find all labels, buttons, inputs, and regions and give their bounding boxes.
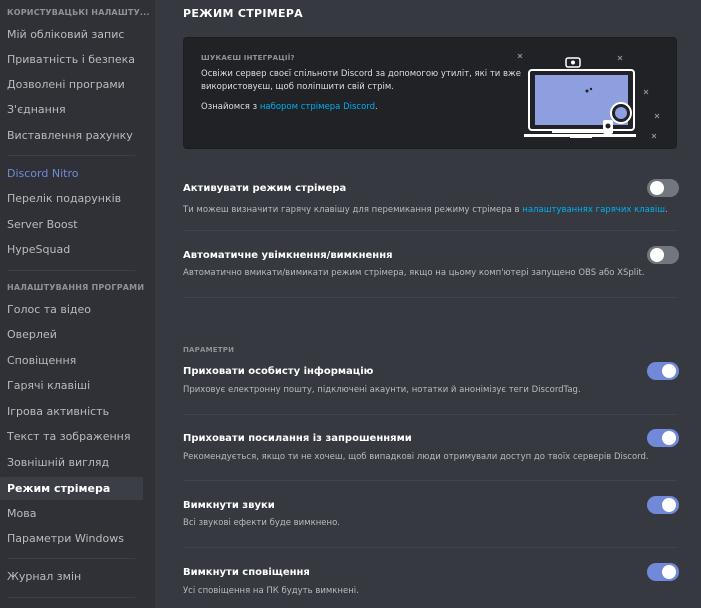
option-divider xyxy=(183,230,677,231)
sidebar-item-authorized-apps[interactable]: Дозволені програми xyxy=(0,73,143,96)
sidebar-item-keybinds[interactable]: Гарячі клавіші xyxy=(0,374,143,397)
integrations-promo-card: ШУКАЄШ ІНТЕГРАЦІЇ? Освіжи сервер своєї с… xyxy=(183,37,677,149)
promo-link-suffix: . xyxy=(375,102,378,112)
disable-notifications-desc: Усі сповіщення на ПК будуть вимкнені. xyxy=(183,586,359,596)
streamer-mode-desc: Ти можеш визначити гарячу клавішу для пе… xyxy=(183,205,668,215)
toggle-knob xyxy=(662,431,676,445)
desc-suffix: . xyxy=(665,205,668,215)
sidebar-item-billing[interactable]: Виставлення рахунку xyxy=(0,124,143,147)
promo-kicker: ШУКАЄШ ІНТЕГРАЦІЇ? xyxy=(201,54,295,62)
app-settings-header: НАЛАШТУВАННЯ ПРОГРАМИ xyxy=(7,283,145,292)
user-settings-header: КОРИСТУВАЦЬКІ НАЛАШТУ... xyxy=(7,8,150,17)
option-divider xyxy=(183,547,677,548)
hide-personal-info-title: Приховати особисту інформацію xyxy=(183,366,374,377)
hide-invite-links-toggle[interactable] xyxy=(647,429,679,447)
toggle-knob xyxy=(650,181,664,195)
desc-prefix: Ти можеш визначити гарячу клавішу для пе… xyxy=(183,205,523,215)
sidebar-item-windows-settings[interactable]: Параметри Windows xyxy=(0,527,143,550)
sidebar-item-language[interactable]: Мова xyxy=(0,502,143,525)
section-label-options: ПАРАМЕТРИ xyxy=(183,346,235,354)
sidebar-item-server-boost[interactable]: Server Boost xyxy=(0,213,143,236)
sidebar-item-voice-video[interactable]: Голос та відео xyxy=(0,298,143,321)
sidebar-divider xyxy=(7,597,135,598)
auto-toggle-desc: Автоматично вмикати/вимикати режим стрім… xyxy=(183,268,645,278)
promo-link-line: Ознайомся з набором стрімера Discord. xyxy=(201,102,378,112)
sidebar-item-overlay[interactable]: Оверлей xyxy=(0,323,143,346)
sidebar-item-streamer-mode[interactable]: Режим стрімера xyxy=(0,477,143,500)
sidebar-item-text-images[interactable]: Текст та зображення xyxy=(0,425,143,448)
sidebar-item-connections[interactable]: З'єднання xyxy=(0,98,143,121)
sidebar-item-notifications[interactable]: Сповіщення xyxy=(0,349,143,372)
sidebar-item-privacy-safety[interactable]: Приватність і безпека xyxy=(0,48,143,71)
toggle-knob xyxy=(662,498,676,512)
auto-toggle-title: Автоматичне увімкнення/вимкнення xyxy=(183,250,393,261)
sidebar-item-appearance[interactable]: Зовнішній вигляд xyxy=(0,451,143,474)
disable-sounds-desc: Всі звукові ефекти буде вимкнено. xyxy=(183,518,340,528)
keybind-settings-link[interactable]: налаштуваннях гарячих клавіш xyxy=(522,205,665,215)
hide-personal-info-desc: Приховує електронну пошту, підключені ак… xyxy=(183,385,581,395)
sidebar-divider xyxy=(7,270,135,271)
streamer-mode-toggle[interactable] xyxy=(647,179,679,197)
sidebar-item-hypesquad[interactable]: HypeSquad xyxy=(0,238,143,261)
toggle-knob xyxy=(662,364,676,378)
streamer-kit-link[interactable]: набором стрімера Discord xyxy=(260,102,375,112)
toggle-knob xyxy=(662,565,676,579)
option-divider xyxy=(183,480,677,481)
page-title: РЕЖИМ СТРІМЕРА xyxy=(183,7,303,20)
disable-sounds-title: Вимкнути звуки xyxy=(183,500,275,511)
sidebar-divider xyxy=(7,558,135,559)
sidebar-divider xyxy=(7,155,135,156)
disable-sounds-toggle[interactable] xyxy=(647,496,679,514)
streamer-mode-title: Активувати режим стрімера xyxy=(183,183,347,194)
hide-personal-info-toggle[interactable] xyxy=(647,362,679,380)
sidebar-item-changelog[interactable]: Журнал змін xyxy=(0,565,143,588)
promo-link-prefix: Ознайомся з xyxy=(201,102,260,112)
hide-invite-links-desc: Рекомендується, якщо ти не хочеш, щоб ви… xyxy=(183,452,649,462)
disable-notifications-toggle[interactable] xyxy=(647,563,679,581)
auto-toggle-switch[interactable] xyxy=(647,246,679,264)
disable-notifications-title: Вимкнути сповіщення xyxy=(183,567,310,578)
sidebar-item-game-activity[interactable]: Ігрова активність xyxy=(0,400,143,423)
option-divider xyxy=(183,297,677,298)
option-divider xyxy=(183,414,677,415)
sidebar-item-gift-inventory[interactable]: Перелік подарунків xyxy=(0,187,143,210)
toggle-knob xyxy=(650,248,664,262)
streamer-mode-panel: РЕЖИМ СТРІМЕРА ШУКАЄШ ІНТЕГРАЦІЇ? Освіжи… xyxy=(155,0,701,608)
promo-text: Освіжи сервер своєї спільноти Discord за… xyxy=(201,69,521,92)
monitor-illustration-icon xyxy=(517,53,660,139)
settings-sidebar: КОРИСТУВАЦЬКІ НАЛАШТУ... Мій обліковий з… xyxy=(0,0,155,608)
sidebar-item-discord-nitro[interactable]: Discord Nitro xyxy=(0,162,143,185)
sidebar-item-my-account[interactable]: Мій обліковий запис xyxy=(0,23,143,46)
hide-invite-links-title: Приховати посилання із запрошеннями xyxy=(183,433,412,444)
